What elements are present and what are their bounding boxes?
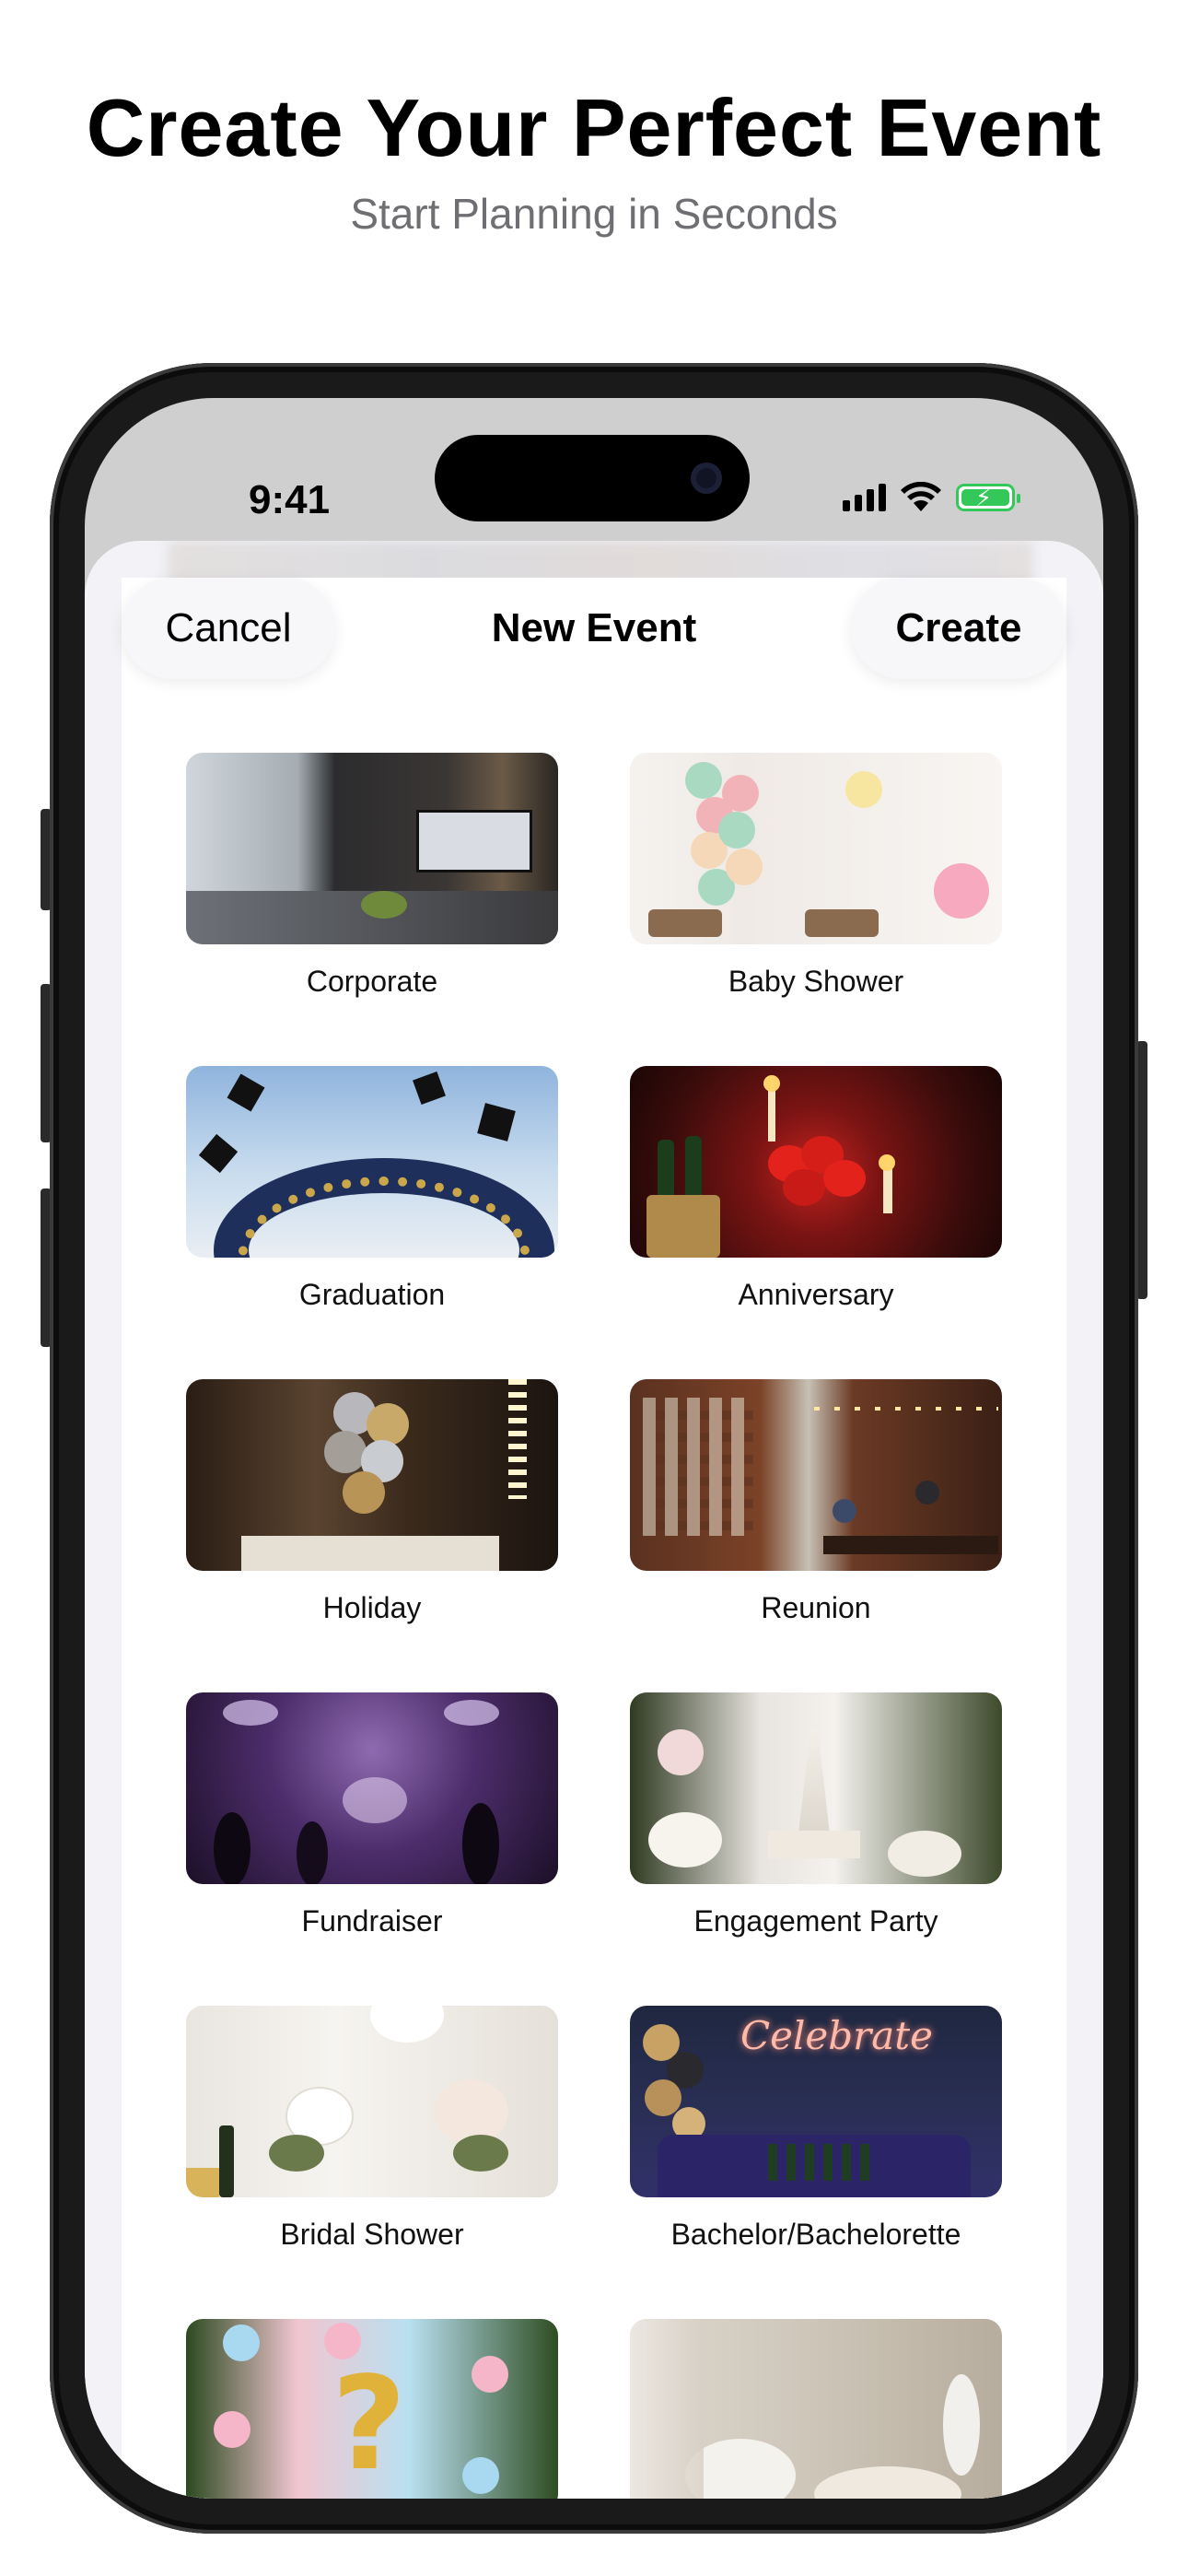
new-event-sheet: New Event Cancel Create Corporate Baby S… xyxy=(85,541,1103,2499)
event-card-gender-reveal[interactable]: ? xyxy=(186,2319,558,2499)
event-card-label: Graduation xyxy=(298,1278,446,1311)
signal-icon xyxy=(843,484,886,511)
baby-shower-image xyxy=(630,753,1002,944)
promo-headline: Create Your Perfect Event xyxy=(86,82,1102,173)
cancel-button[interactable]: Cancel xyxy=(122,578,335,679)
holiday-image xyxy=(186,1379,558,1571)
status-icons: ⚡ xyxy=(843,479,1020,516)
event-card-baby-shower[interactable]: Baby Shower xyxy=(630,753,1002,1029)
event-card-label: Bridal Shower xyxy=(280,2218,464,2251)
event-card-bridal-shower[interactable]: Bridal Shower xyxy=(186,2006,558,2282)
fundraiser-image xyxy=(186,1692,558,1884)
event-card-label: Bachelor/Bachelorette xyxy=(670,2218,961,2251)
event-card-graduation[interactable]: Graduation xyxy=(186,1066,558,1342)
event-card-wedding[interactable] xyxy=(630,2319,1002,2499)
event-card-engagement-party[interactable]: Engagement Party xyxy=(630,1692,1002,1969)
event-card-label: Engagement Party xyxy=(693,1904,938,1938)
event-card-label: Holiday xyxy=(322,1591,422,1624)
celebrate-neon-sign: Celebrate xyxy=(740,2013,934,2058)
nav-bar: New Event Cancel Create xyxy=(85,578,1103,679)
event-card-holiday[interactable]: Holiday xyxy=(186,1379,558,1656)
bridal-shower-image xyxy=(186,2006,558,2197)
wifi-icon xyxy=(901,482,941,511)
phone-screen: 9:41 ⚡ New Event Cancel Create Corporate… xyxy=(85,398,1103,2499)
event-card-bachelor-bachelorette[interactable]: Celebrate Bachelor/Bachelorette xyxy=(630,2006,1002,2282)
create-button[interactable]: Create xyxy=(851,578,1066,679)
battery-charging-icon: ⚡ xyxy=(956,484,1020,511)
question-mark-balloon: ? xyxy=(332,2349,407,2499)
status-time: 9:41 xyxy=(249,477,331,522)
corporate-image xyxy=(186,753,558,944)
bachelor-bachelorette-image: Celebrate xyxy=(630,2006,1002,2197)
event-card-label: Reunion xyxy=(761,1591,871,1624)
phone-frame: 9:41 ⚡ New Event Cancel Create Corporate… xyxy=(50,363,1138,2534)
dynamic-island xyxy=(435,435,750,521)
event-card-reunion[interactable]: Reunion xyxy=(630,1379,1002,1656)
anniversary-image xyxy=(630,1066,1002,1258)
engagement-party-image xyxy=(630,1692,1002,1884)
event-card-anniversary[interactable]: Anniversary xyxy=(630,1066,1002,1342)
event-card-label: Baby Shower xyxy=(728,965,904,998)
event-card-label: Anniversary xyxy=(738,1278,894,1311)
event-card-label: Corporate xyxy=(306,965,438,998)
camera-icon xyxy=(691,463,722,494)
event-card-fundraiser[interactable]: Fundraiser xyxy=(186,1692,558,1969)
promo-subheadline: Start Planning in Seconds xyxy=(350,190,838,238)
reunion-image xyxy=(630,1379,1002,1571)
graduation-image xyxy=(186,1066,558,1258)
event-card-label: Fundraiser xyxy=(301,1904,443,1938)
wedding-image xyxy=(630,2319,1002,2499)
gender-reveal-image: ? xyxy=(186,2319,558,2499)
event-card-corporate[interactable]: Corporate xyxy=(186,753,558,1029)
